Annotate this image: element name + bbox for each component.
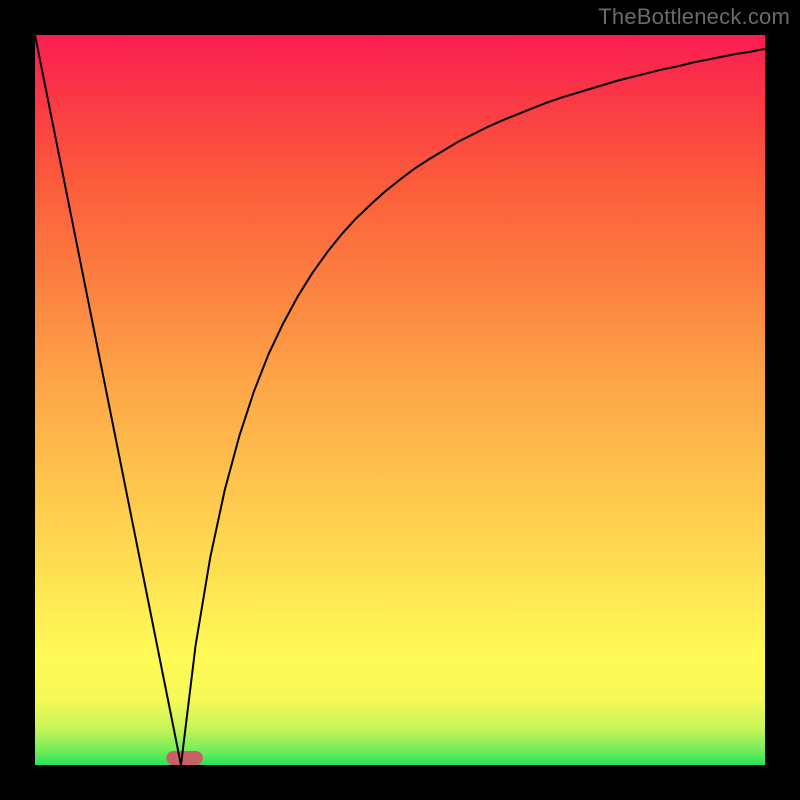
chart-plot-area <box>35 35 765 765</box>
chart-background <box>35 35 765 765</box>
watermark-text: TheBottleneck.com <box>598 4 790 30</box>
chart-svg <box>35 35 765 765</box>
minimum-marker <box>166 751 203 765</box>
chart-frame: TheBottleneck.com <box>0 0 800 800</box>
